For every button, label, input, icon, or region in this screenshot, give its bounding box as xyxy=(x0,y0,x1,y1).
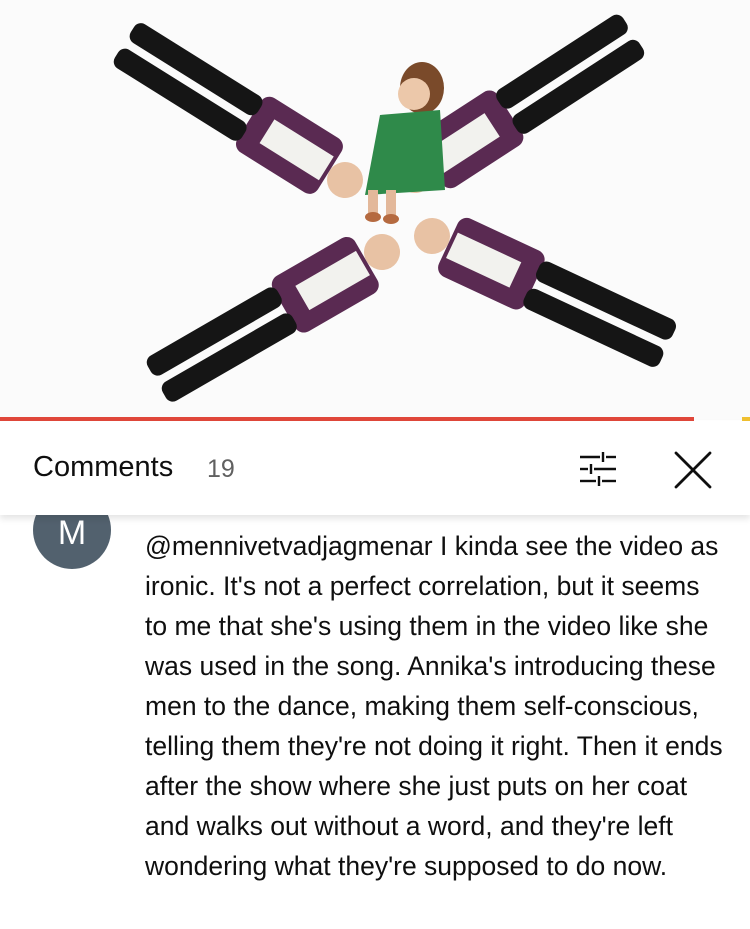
comments-header: Comments 19 xyxy=(0,421,750,515)
sliders-icon xyxy=(580,452,616,486)
video-player[interactable] xyxy=(0,0,750,420)
video-frame xyxy=(0,0,750,420)
comment-text: @mennivetvadjagmenar I kinda see the vid… xyxy=(145,531,723,881)
comments-title: Comments xyxy=(33,451,174,483)
comment-list[interactable]: M @mennivetvadjagmenar I kinda see the v… xyxy=(0,515,750,929)
close-icon xyxy=(674,451,712,489)
avatar[interactable]: M xyxy=(33,515,111,569)
sort-filter-button[interactable] xyxy=(574,449,620,489)
avatar-letter: M xyxy=(57,515,87,552)
comments-count: 19 xyxy=(207,455,235,483)
close-comments-button[interactable] xyxy=(670,447,716,493)
